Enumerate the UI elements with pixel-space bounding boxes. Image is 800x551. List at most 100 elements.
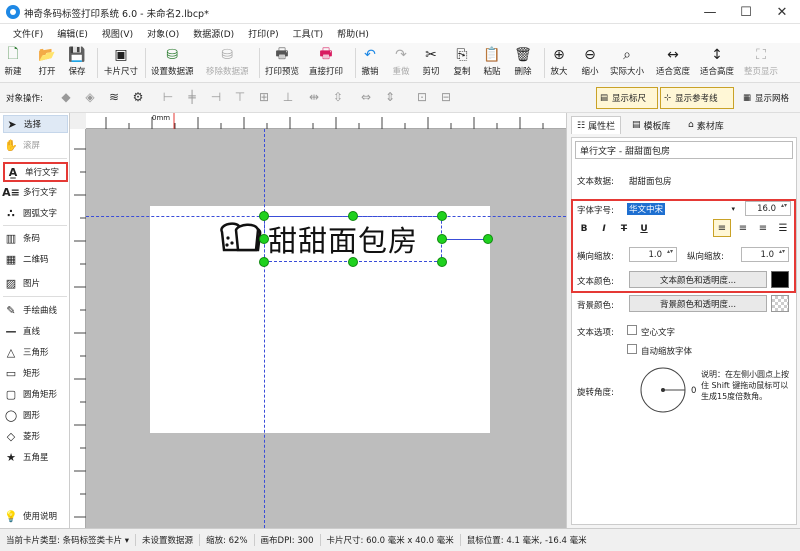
tool-triangle[interactable]: △ 三角形 bbox=[3, 343, 68, 361]
open-button[interactable]: 📂 打开 bbox=[38, 46, 56, 82]
align-right-text-icon[interactable]: ≡ bbox=[755, 220, 771, 236]
maximize-button[interactable]: ☐ bbox=[728, 0, 764, 24]
show-ruler-toggle[interactable]: ▤ 显示标尺 bbox=[596, 87, 658, 109]
cut-button[interactable]: ✂ 剪切 bbox=[422, 46, 440, 82]
menu-help[interactable]: 帮助(H) bbox=[330, 27, 376, 40]
resize-handle-right[interactable] bbox=[437, 234, 447, 244]
font-name-select[interactable]: 华文中宋 ▾ bbox=[627, 201, 737, 216]
menu-file[interactable]: 文件(F) bbox=[6, 27, 50, 40]
direct-print-button[interactable]: 🖶 直接打印 bbox=[309, 46, 343, 82]
tool-single-line-text[interactable]: A̲ 单行文字 bbox=[3, 162, 68, 182]
bold-button[interactable]: B bbox=[577, 222, 591, 236]
distribute-h-icon[interactable]: ⇹ bbox=[306, 89, 322, 105]
save-button[interactable]: 💾 保存 bbox=[68, 46, 86, 82]
undo-button[interactable]: ↶ 撤销 bbox=[361, 46, 379, 82]
tool-barcode[interactable]: ▥ 条码 bbox=[3, 229, 68, 247]
bg-color-swatch[interactable] bbox=[771, 295, 789, 312]
zoom-in-button[interactable]: ⊕ 放大 bbox=[550, 46, 568, 82]
same-height-icon[interactable]: ⇕ bbox=[382, 89, 398, 105]
resize-handle-top[interactable] bbox=[348, 211, 358, 221]
ungroup-icon[interactable]: ⊟ bbox=[438, 89, 454, 105]
tab-properties[interactable]: ☷ 属性栏 bbox=[571, 116, 622, 134]
align-top-icon[interactable]: ⊤ bbox=[232, 89, 248, 105]
layer-up-icon[interactable]: ◆ bbox=[58, 89, 74, 105]
set-datasource-button[interactable]: ⛁ 设置数据源 bbox=[151, 46, 194, 82]
card-size-button[interactable]: ▣ 卡片尺寸 bbox=[104, 46, 138, 82]
align-left-text-icon[interactable]: ≡ bbox=[713, 219, 731, 237]
font-size-input[interactable]: 16.0 bbox=[745, 201, 791, 216]
resize-handle-left[interactable] bbox=[259, 234, 269, 244]
tab-materials[interactable]: ⌂ 素材库 bbox=[683, 116, 729, 134]
menu-tools[interactable]: 工具(T) bbox=[286, 27, 331, 40]
resize-handle-bottom-right[interactable] bbox=[437, 257, 447, 267]
text-data-value[interactable]: 甜甜面包房 bbox=[629, 175, 672, 187]
tool-help[interactable]: 💡 使用说明 bbox=[3, 507, 68, 525]
canvas-text-object[interactable]: 甜甜面包房 bbox=[268, 218, 418, 260]
zoom-out-button[interactable]: ⊖ 缩小 bbox=[581, 46, 599, 82]
hscale-input[interactable]: 1.0 bbox=[629, 247, 677, 262]
align-left-icon[interactable]: ⊢ bbox=[160, 89, 176, 105]
fit-height-button[interactable]: ↕ 适合高度 bbox=[700, 46, 734, 82]
same-width-icon[interactable]: ⇔ bbox=[358, 89, 374, 105]
show-grid-toggle[interactable]: ▦ 显示网格 bbox=[740, 87, 798, 109]
tool-rectangle[interactable]: ▭ 矩形 bbox=[3, 364, 68, 382]
bg-color-button[interactable]: 背景颜色和透明度... bbox=[629, 295, 767, 312]
paste-button[interactable]: 📋 粘贴 bbox=[483, 46, 501, 82]
menu-datasource[interactable]: 数据源(D) bbox=[186, 27, 241, 40]
tool-star[interactable]: ★ 五角星 bbox=[3, 448, 68, 466]
align-center-text-icon[interactable]: ≡ bbox=[735, 220, 751, 236]
tool-freehand[interactable]: ✎ 手绘曲线 bbox=[3, 301, 68, 319]
redo-button[interactable]: ↷ 重做 bbox=[392, 46, 410, 82]
tool-multi-line-text[interactable]: A≡ 多行文字 bbox=[2, 183, 68, 201]
align-middle-icon[interactable]: ⊞ bbox=[256, 89, 272, 105]
tool-image[interactable]: ▨ 图片 bbox=[3, 274, 68, 292]
menu-object[interactable]: 对象(O) bbox=[140, 27, 186, 40]
tool-rounded-rectangle[interactable]: ▢ 圆角矩形 bbox=[3, 385, 68, 403]
group-icon[interactable]: ⊡ bbox=[414, 89, 430, 105]
tool-select[interactable]: ➤ 选择 bbox=[3, 115, 68, 133]
print-preview-button[interactable]: 🖶 打印预览 bbox=[265, 46, 299, 82]
rotation-dial[interactable] bbox=[629, 366, 689, 414]
fit-width-button[interactable]: ↔ 适合宽度 bbox=[656, 46, 690, 82]
tool-qrcode[interactable]: ▦ 二维码 bbox=[3, 250, 68, 268]
show-guides-toggle[interactable]: ⊹ 显示参考线 bbox=[660, 87, 734, 109]
menu-view[interactable]: 视图(V) bbox=[95, 27, 140, 40]
resize-handle-top-left[interactable] bbox=[259, 211, 269, 221]
underline-button[interactable]: U bbox=[637, 222, 651, 236]
copy-button[interactable]: ⎘ 复制 bbox=[453, 46, 471, 82]
resize-handle-bottom[interactable] bbox=[348, 257, 358, 267]
tab-templates[interactable]: ▤ 模板库 bbox=[627, 116, 676, 134]
italic-button[interactable]: I bbox=[597, 222, 611, 236]
hollow-text-checkbox[interactable] bbox=[627, 325, 637, 335]
remove-datasource-button[interactable]: ⛁ 移除数据源 bbox=[206, 46, 249, 82]
new-button[interactable]: 🗋 新建 bbox=[4, 46, 22, 82]
tool-circle[interactable]: ◯ 圆形 bbox=[3, 406, 68, 424]
menu-edit[interactable]: 编辑(E) bbox=[50, 27, 95, 40]
minimize-button[interactable]: — bbox=[692, 0, 728, 24]
delete-button[interactable]: 🗑 删除 bbox=[514, 46, 532, 82]
align-right-icon[interactable]: ⊣ bbox=[208, 89, 224, 105]
justify-text-icon[interactable]: ☰ bbox=[775, 220, 791, 236]
tool-arc-text[interactable]: ∴ 圆弧文字 bbox=[3, 204, 68, 222]
close-button[interactable]: ✕ bbox=[764, 0, 800, 24]
text-color-swatch[interactable] bbox=[771, 271, 789, 288]
auto-scale-checkbox[interactable] bbox=[627, 344, 637, 354]
full-page-button[interactable]: ⛶ 整页显示 bbox=[744, 46, 778, 82]
distribute-v-icon[interactable]: ⇳ bbox=[330, 89, 346, 105]
resize-handle-top-right[interactable] bbox=[437, 211, 447, 221]
layers-icon[interactable]: ≋ bbox=[106, 89, 122, 105]
layer-down-icon[interactable]: ◈ bbox=[82, 89, 98, 105]
align-center-icon[interactable]: ╪ bbox=[184, 89, 200, 105]
rotation-handle[interactable] bbox=[483, 234, 493, 244]
vscale-input[interactable]: 1.0 bbox=[741, 247, 789, 262]
menu-print[interactable]: 打印(P) bbox=[241, 27, 285, 40]
strikethrough-button[interactable]: T bbox=[617, 222, 631, 236]
resize-handle-bottom-left[interactable] bbox=[259, 257, 269, 267]
align-bottom-icon[interactable]: ⊥ bbox=[280, 89, 296, 105]
vertical-guide-line[interactable] bbox=[264, 129, 265, 528]
layer-settings-icon[interactable]: ⚙ bbox=[130, 89, 146, 105]
tool-diamond[interactable]: ◇ 菱形 bbox=[3, 427, 68, 445]
text-color-button[interactable]: 文本颜色和透明度... bbox=[629, 271, 767, 288]
card-type-status[interactable]: 当前卡片类型: 条码标签类卡片 ▾ bbox=[0, 534, 137, 546]
tool-scroll[interactable]: ✋ 滚屏 bbox=[3, 136, 68, 154]
